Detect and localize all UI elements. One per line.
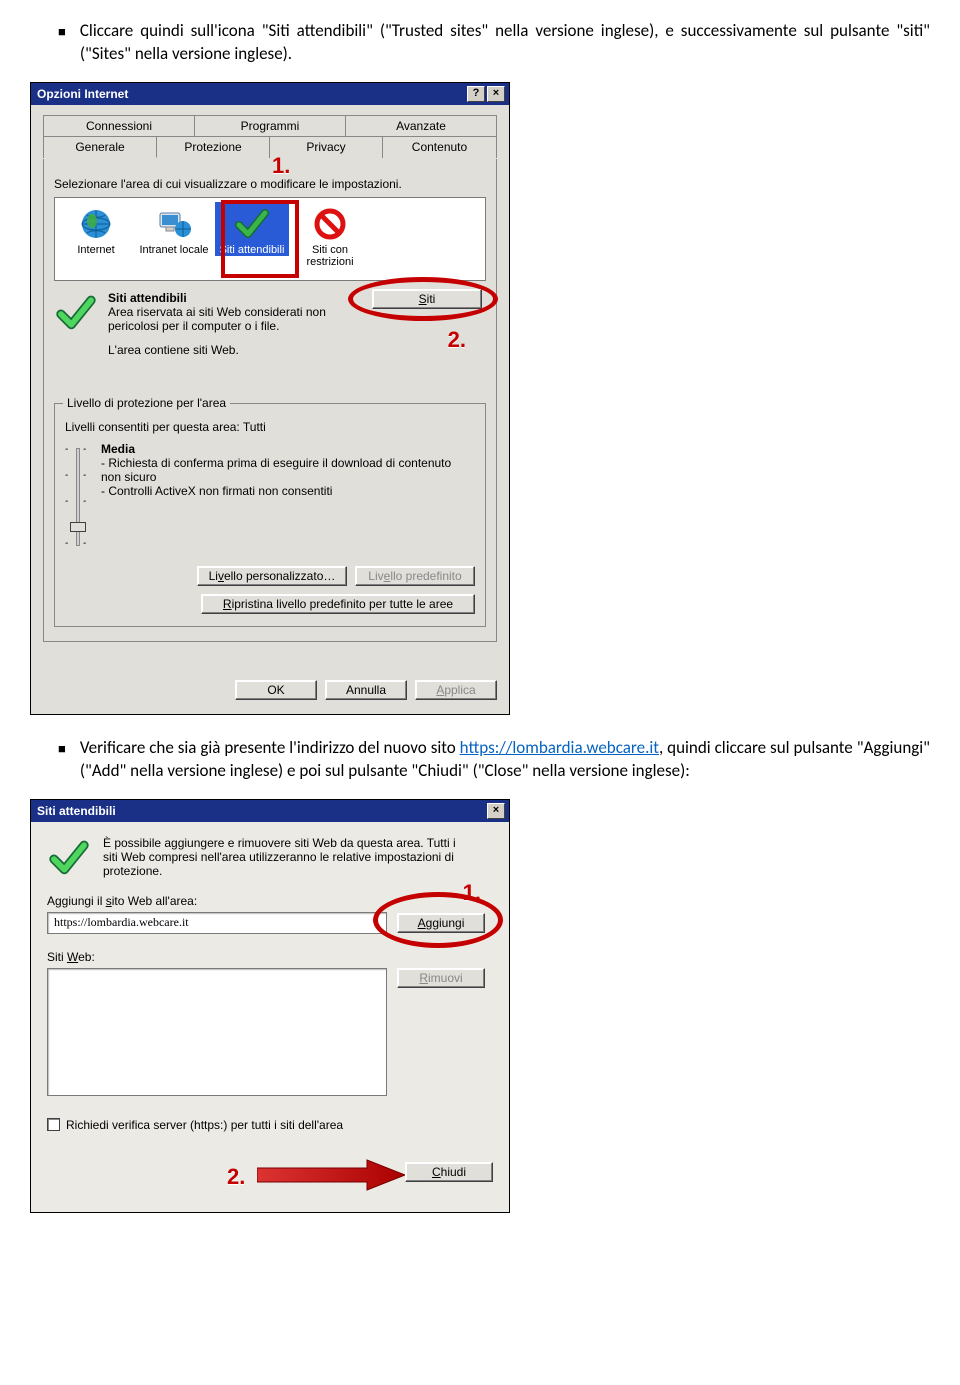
tab-avanzate[interactable]: Avanzate [345,115,497,137]
zone-internet[interactable]: Internet [59,202,133,256]
bullet-icon: ■ [58,24,66,66]
checkmark-icon [54,291,100,357]
tab-programmi[interactable]: Programmi [194,115,346,137]
trusted-sites-dialog: Siti attendibili × È possibile aggiunger… [30,799,510,1213]
arrow-icon [257,1156,407,1194]
tab-protezione[interactable]: Protezione [156,136,270,158]
sites-listbox[interactable] [47,968,387,1096]
site-link[interactable]: https://lombardia.webcare.it [460,737,659,758]
allowed-levels: Livelli consentiti per questa area: Tutt… [65,420,475,434]
restricted-icon [293,204,367,244]
zone-label: Internet [77,244,114,256]
globe-icon [59,204,133,244]
add-site-label: Aggiungi il sito Web all'area: [47,894,493,908]
site-url-input[interactable] [47,912,387,934]
intro-row: È possibile aggiungere e rimuovere siti … [47,836,493,880]
zone-label: Intranet locale [139,244,208,256]
dialog-title: Opzioni Internet [37,87,128,101]
zone-label: Siti con restrizioni [306,244,353,268]
sites-button-label: iti [427,292,436,306]
tab-connessioni[interactable]: Connessioni [43,115,195,137]
marker-1: 1. [463,880,481,906]
tab-generale[interactable]: Generale [43,136,157,158]
intranet-icon [137,204,211,244]
close-button[interactable]: × [487,86,505,102]
sites-list-label: Siti Web: [47,950,493,964]
zone-intranet[interactable]: Intranet locale [137,202,211,256]
titlebar: Siti attendibili × [31,800,509,822]
zone-desc-title: Siti attendibili [108,291,358,305]
para1-text: Cliccare quindi sull'icona "Siti attendi… [80,20,930,66]
marker-1: 1. [272,153,290,179]
zone-list[interactable]: Internet Intranet locale Siti attendibil… [54,197,486,281]
tab-panel-protezione: 1. Selezionare l'area di cui visualizzar… [43,159,497,642]
checkbox-icon [47,1118,60,1131]
level-line-1: - Richiesta di conferma prima di eseguir… [101,456,461,484]
instruction-para-2: ■ Verificare che sia già presente l'indi… [58,737,930,783]
internet-options-dialog: Opzioni Internet ? × Connessioni Program… [30,82,510,715]
close-button[interactable]: × [487,803,505,819]
dialog-buttons: OK Annulla Applica [31,668,509,714]
checkbox-label: Richiedi verifica server (https:) per tu… [66,1118,343,1132]
help-button[interactable]: ? [467,86,485,102]
zone-desc-body: Area riservata ai siti Web considerati n… [108,305,358,333]
tab-contenuto[interactable]: Contenuto [382,136,497,158]
custom-level-button[interactable]: Livello personalizzato… [197,566,347,586]
remove-button[interactable]: Rimuovi [397,968,485,988]
checkmark-icon [47,836,91,880]
close-dialog-button[interactable]: Chiudi [405,1162,493,1182]
security-slider[interactable]: -- -- -- -- [65,442,91,552]
instruction-para-1: ■ Cliccare quindi sull'icona "Siti atten… [58,20,930,66]
reset-all-button[interactable]: Ripristina livello predefinito per tutte… [201,594,475,614]
apply-button[interactable]: Applica [415,680,497,700]
add-button[interactable]: Aggiungi [397,913,485,933]
titlebar: Opzioni Internet ? × [31,83,509,105]
zone-desc-extra: L'area contiene siti Web. [108,343,358,357]
level-line-2: - Controlli ActiveX non firmati non cons… [101,484,461,498]
group-legend: Livello di protezione per l'area [63,396,230,410]
cancel-button[interactable]: Annulla [325,680,407,700]
para2-a: Verificare che sia già presente l'indiri… [80,737,460,758]
ok-button[interactable]: OK [235,680,317,700]
marker-2: 2. [448,327,466,353]
zone-trusted-sites[interactable]: Siti attendibili [215,202,289,256]
security-level-group: Livello di protezione per l'area Livelli… [54,403,486,627]
https-verify-checkbox[interactable]: Richiedi verifica server (https:) per tu… [47,1118,493,1132]
tab-strip: Connessioni Programmi Avanzate Generale … [43,115,497,159]
zone-restricted[interactable]: Siti con restrizioni [293,202,367,268]
intro-text: È possibile aggiungere e rimuovere siti … [103,836,463,880]
para2-text: Verificare che sia già presente l'indiri… [80,737,930,783]
zone-hint: Selezionare l'area di cui visualizzare o… [54,177,486,191]
sites-button[interactable]: Siti [372,289,482,309]
level-name: Media [101,442,461,456]
checkmark-icon [215,204,289,244]
dialog-title: Siti attendibili [37,804,116,818]
default-level-button[interactable]: Livello predefinito [355,566,475,586]
zone-label: Siti attendibili [220,244,285,256]
bullet-icon: ■ [58,741,66,783]
marker-2: 2. [227,1164,245,1190]
